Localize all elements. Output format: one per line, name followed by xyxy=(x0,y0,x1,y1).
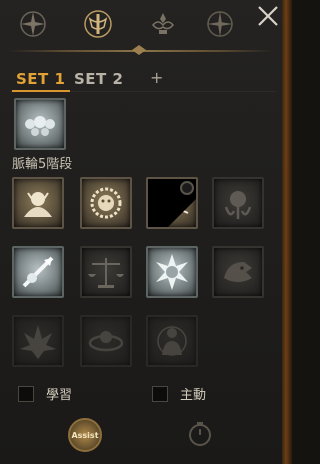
dragon-head-icon xyxy=(224,262,252,282)
flame-burst-icon xyxy=(20,325,56,359)
shield-burst-icon xyxy=(156,254,188,290)
meditating-figure-icon xyxy=(157,326,187,356)
learn-checkbox[interactable] xyxy=(18,385,34,402)
orb-cluster-icon xyxy=(25,116,55,136)
lion-head-icon xyxy=(90,187,122,219)
active-tab-indicator xyxy=(12,90,70,92)
assist-button[interactable]: Assist xyxy=(68,418,102,452)
skill-slot[interactable] xyxy=(212,177,264,229)
panel-edge xyxy=(282,0,292,464)
tab-set-2[interactable]: SET 2 xyxy=(74,70,123,88)
active-option[interactable]: 主動 xyxy=(152,384,206,403)
star-compass-icon xyxy=(20,11,46,37)
orbit-ring-icon xyxy=(88,331,124,352)
tab-sword-emblem[interactable] xyxy=(80,6,116,42)
timer-icon[interactable] xyxy=(186,420,214,448)
learn-label: 學習 xyxy=(46,388,73,403)
ornate-crest-icon xyxy=(152,13,174,34)
divider-ornament-icon xyxy=(132,45,146,55)
skill-slot[interactable] xyxy=(12,246,64,298)
skill-slot[interactable] xyxy=(12,315,64,367)
tab-star-compass[interactable] xyxy=(15,6,51,42)
tab-ornate-crest[interactable] xyxy=(145,6,181,42)
tab-set-1[interactable]: SET 1 xyxy=(16,70,65,88)
skill-slot[interactable] xyxy=(80,315,132,367)
skill-slot[interactable] xyxy=(80,246,132,298)
skull-tentacles-icon xyxy=(224,191,252,219)
active-label: 主動 xyxy=(180,388,207,403)
sword-emblem-icon xyxy=(84,10,112,38)
skill-slot[interactable] xyxy=(212,246,264,298)
skill-slot[interactable] xyxy=(146,246,198,298)
skill-slot[interactable] xyxy=(146,177,198,229)
skill-slot[interactable] xyxy=(80,177,132,229)
balance-scale-icon xyxy=(88,258,124,288)
add-set-button[interactable]: + xyxy=(150,68,164,87)
section-label: 脈輪5階段 xyxy=(12,157,73,172)
compass-rose-icon xyxy=(207,11,233,37)
skill-slot[interactable] xyxy=(12,177,64,229)
spear-strike-icon xyxy=(22,256,54,288)
close-icon[interactable] xyxy=(256,4,280,28)
skill-slot-top[interactable] xyxy=(14,98,66,150)
tab-compass-rose[interactable] xyxy=(202,6,238,42)
demon-bust-icon xyxy=(24,192,52,217)
active-checkbox[interactable] xyxy=(152,385,168,402)
learn-option[interactable]: 學習 xyxy=(18,384,72,403)
skill-slot[interactable] xyxy=(146,315,198,367)
gear-badge-icon xyxy=(180,181,194,195)
